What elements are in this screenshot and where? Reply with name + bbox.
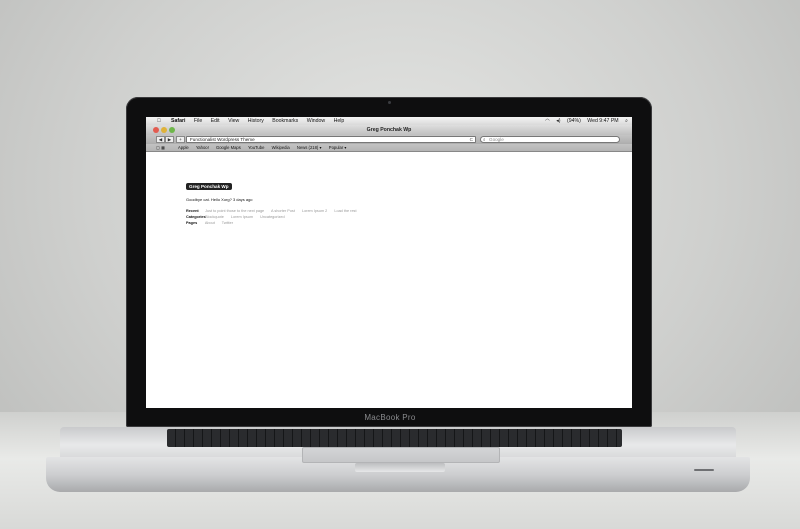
- categories-row: Categories Blockquote Lorem Ipsum Uncate…: [186, 215, 291, 219]
- search-input[interactable]: ⌕ Google: [480, 136, 620, 143]
- address-bar-text: Functionalist Wordpress Theme: [190, 137, 255, 142]
- bookmarks-bar: ▢ ▦ Apple Yahoo! Google Maps YouTube Wik…: [146, 144, 632, 152]
- recent-link[interactable]: Just to point those to the next page: [205, 209, 264, 213]
- window-titlebar: Greg Ponchak Wp: [146, 125, 632, 135]
- pages-row: Pages About Twitter: [186, 221, 239, 225]
- battery-status[interactable]: (94%): [567, 118, 581, 124]
- bookmarks-icons: ▢ ▦: [156, 144, 165, 151]
- bookmark-item[interactable]: News (218) ▾: [297, 145, 322, 150]
- device-brand: MacBook Pro: [364, 413, 416, 422]
- categories-label: Categories: [186, 215, 206, 219]
- category-link[interactable]: Lorem Ipsum: [231, 215, 253, 219]
- back-button[interactable]: ◀: [156, 136, 165, 143]
- menu-app-name[interactable]: Safari: [171, 118, 185, 124]
- category-link[interactable]: Blockquote: [205, 215, 224, 219]
- search-placeholder: Google: [489, 137, 504, 142]
- menu-edit[interactable]: Edit: [211, 118, 220, 124]
- search-field-icon: ⌕: [483, 137, 486, 142]
- category-link[interactable]: Uncategorized: [260, 215, 284, 219]
- menu-bar-status: ◠ ◂) (94%) Wed 9:47 PM ⌕: [540, 117, 628, 125]
- reload-icon[interactable]: C: [470, 137, 473, 142]
- pages-label: Pages: [186, 221, 198, 225]
- menu-history[interactable]: History: [248, 118, 264, 124]
- bookmark-item[interactable]: YouTube: [248, 145, 264, 150]
- page-link[interactable]: Twitter: [222, 221, 233, 225]
- bookmark-item[interactable]: Google Maps: [216, 145, 241, 150]
- recent-link[interactable]: A shorter Post: [271, 209, 295, 213]
- post-prefix: Goodbye cat.: [186, 197, 210, 202]
- post-title-link[interactable]: Hello Xorg?: [211, 197, 232, 202]
- bookmark-item[interactable]: Apple: [178, 145, 189, 150]
- menu-items: Safari File Edit View History Bookmarks …: [171, 117, 351, 125]
- sleep-indicator: [694, 469, 714, 471]
- menu-view[interactable]: View: [228, 118, 239, 124]
- menu-bar:  Safari File Edit View History Bookmark…: [146, 117, 632, 125]
- menu-window[interactable]: Window: [307, 118, 325, 124]
- post-age: 3 days ago: [232, 197, 253, 202]
- lid-notch: [355, 463, 445, 472]
- window-title: Greg Ponchak Wp: [366, 127, 412, 133]
- menu-help[interactable]: Help: [334, 118, 345, 124]
- site-title[interactable]: Greg Ponchak Wp: [186, 183, 232, 190]
- bookmark-item[interactable]: Wikipedia: [272, 145, 290, 150]
- bookmark-items: Apple Yahoo! Google Maps YouTube Wikiped…: [178, 144, 352, 151]
- menu-bookmarks[interactable]: Bookmarks: [272, 118, 298, 124]
- add-bookmark-button[interactable]: +: [176, 136, 185, 143]
- recent-link[interactable]: Lorem Ipsum 2: [302, 209, 327, 213]
- volume-icon[interactable]: ◂): [556, 118, 560, 124]
- trackpad: [302, 447, 500, 463]
- recent-posts-row: Recent Just to point those to the next p…: [186, 209, 363, 213]
- post-line: Goodbye cat. Hello Xorg? 3 days ago: [186, 197, 253, 202]
- web-page-content: Greg Ponchak Wp Goodbye cat. Hello Xorg?…: [146, 152, 632, 408]
- camera: [388, 101, 391, 104]
- keyboard: [167, 429, 622, 447]
- clock[interactable]: Wed 9:47 PM: [587, 118, 618, 124]
- apple-menu-icon[interactable]: : [157, 117, 161, 125]
- top-sites-icon[interactable]: ▦: [161, 145, 165, 150]
- reading-list-icon[interactable]: ▢: [156, 145, 160, 150]
- address-bar[interactable]: Functionalist Wordpress Theme C: [186, 136, 476, 143]
- menu-file[interactable]: File: [194, 118, 202, 124]
- page-link[interactable]: About: [205, 221, 215, 225]
- wifi-icon[interactable]: ◠: [545, 118, 550, 124]
- recent-link[interactable]: Load the rest: [334, 209, 356, 213]
- recent-label: Recent: [186, 209, 199, 213]
- bookmark-item[interactable]: Yahoo!: [196, 145, 209, 150]
- forward-button[interactable]: ▶: [165, 136, 174, 143]
- screen:  Safari File Edit View History Bookmark…: [146, 117, 632, 408]
- search-icon[interactable]: ⌕: [625, 118, 628, 124]
- browser-toolbar: ◀ ▶ + Functionalist Wordpress Theme C ⌕ …: [146, 135, 632, 144]
- bookmark-item[interactable]: Popular ▾: [329, 145, 347, 150]
